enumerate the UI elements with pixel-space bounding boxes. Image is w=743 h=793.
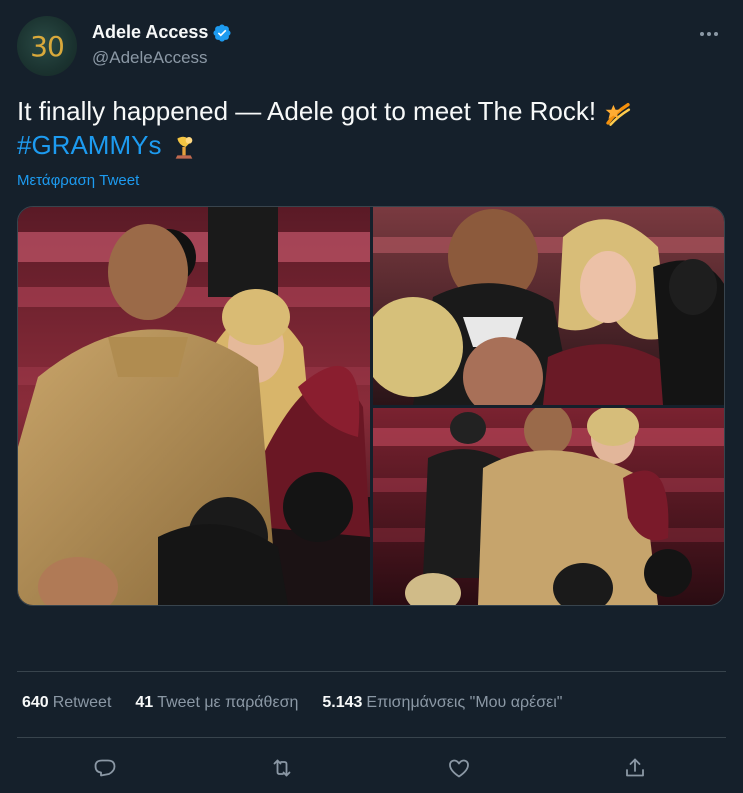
reply-button[interactable] [85, 748, 125, 788]
retweets-label: Retweet [52, 694, 112, 711]
share-icon [626, 758, 644, 777]
share-button[interactable] [615, 748, 655, 788]
tweet-photo-1[interactable] [18, 207, 370, 605]
quotes-label: Tweet με παράθεση [157, 694, 299, 711]
display-name[interactable]: Adele Access [92, 22, 208, 43]
tweet-photo-3[interactable] [373, 408, 724, 605]
hashtag-link[interactable]: #GRAMMYs [17, 130, 161, 160]
retweets-stat[interactable]: 640 Retweet [22, 694, 111, 712]
photo-1-image [18, 207, 370, 605]
divider-top [17, 671, 726, 672]
handle[interactable]: @AdeleAccess [92, 48, 208, 68]
avatar[interactable]: 30 [17, 16, 77, 76]
photo-3-image [373, 408, 724, 605]
tweet-photo-2[interactable] [373, 207, 724, 405]
reply-icon [94, 759, 116, 777]
like-button[interactable] [439, 748, 479, 788]
retweet-button[interactable] [262, 748, 302, 788]
quote-tweets-stat[interactable]: 41 Tweet με παράθεση [135, 694, 298, 712]
action-bar [17, 748, 726, 788]
media-grid [17, 206, 725, 606]
likes-label: Επισημάνσεις "Μου αρέσει" [366, 694, 563, 711]
tweet-header: 30 Adele Access @AdeleAccess [17, 16, 727, 76]
shooting-star-emoji-icon [605, 103, 631, 127]
name-row: Adele Access [92, 22, 232, 43]
quotes-count: 41 [135, 694, 154, 711]
grammy-trophy-emoji-icon [175, 137, 193, 159]
retweet-icon [273, 759, 291, 777]
photo-2-image [373, 207, 724, 405]
likes-count: 5.143 [322, 694, 363, 711]
divider-bottom [17, 737, 726, 738]
like-icon [449, 759, 469, 778]
verified-badge-icon [213, 23, 231, 42]
likes-stat[interactable]: 5.143 Επισημάνσεις "Μου αρέσει" [322, 694, 562, 712]
engagement-stats: 640 Retweet 41 Tweet με παράθεση 5.143 Επισ… [22, 694, 562, 712]
avatar-text: 30 [30, 29, 65, 63]
more-options-icon[interactable] [697, 22, 721, 46]
tweet-body: It finally happened — Adele got to meet … [17, 96, 604, 126]
retweets-count: 640 [22, 694, 49, 711]
translate-tweet-link[interactable]: Μετάφραση Tweet [17, 172, 139, 189]
tweet-text: It finally happened — Adele got to meet … [17, 94, 727, 162]
